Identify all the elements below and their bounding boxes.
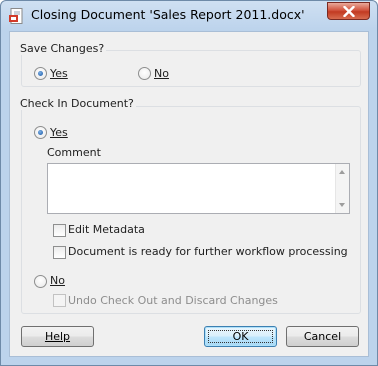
checkin-yes-radio[interactable]	[34, 126, 47, 139]
ok-button[interactable]: OK	[204, 326, 277, 347]
window-title: Closing Document 'Sales Report 2011.docx…	[31, 7, 305, 22]
save-no-radio[interactable]	[138, 67, 151, 80]
comment-scrollbar[interactable]	[335, 164, 349, 213]
close-icon	[343, 6, 355, 17]
checkin-yes-label[interactable]: Yes	[50, 126, 68, 139]
check-in-title: Check In Document?	[20, 97, 136, 110]
undo-checkout-label[interactable]: Undo Check Out and Discard Changes	[68, 294, 278, 307]
workflow-ready-checkbox[interactable]	[53, 246, 66, 259]
help-button[interactable]: Help	[21, 326, 94, 347]
save-yes-radio[interactable]	[34, 67, 47, 80]
edit-metadata-label[interactable]: Edit Metadata	[68, 223, 145, 236]
focus-ring	[208, 330, 273, 343]
save-yes-label[interactable]: Yes	[50, 67, 68, 80]
dialog-content: Save Changes? Yes No Check In Document? …	[9, 31, 369, 357]
dialog-window: Closing Document 'Sales Report 2011.docx…	[0, 0, 378, 366]
edit-metadata-checkbox[interactable]	[53, 224, 66, 237]
scroll-up-icon[interactable]	[339, 170, 345, 174]
save-changes-title: Save Changes?	[20, 42, 107, 55]
close-button[interactable]	[327, 2, 370, 20]
cancel-button[interactable]: Cancel	[286, 326, 359, 347]
office-document-icon	[9, 8, 23, 24]
save-no-label[interactable]: No	[154, 67, 169, 80]
checkin-no-radio[interactable]	[34, 275, 47, 288]
checkin-no-label[interactable]: No	[50, 274, 65, 287]
workflow-ready-label[interactable]: Document is ready for further workflow p…	[68, 245, 348, 258]
title-bar[interactable]: Closing Document 'Sales Report 2011.docx…	[1, 1, 377, 31]
comment-label: Comment	[47, 146, 101, 159]
undo-checkout-checkbox[interactable]	[53, 294, 66, 307]
save-changes-group	[21, 50, 361, 87]
comment-textarea[interactable]	[47, 163, 350, 214]
scroll-down-icon[interactable]	[339, 203, 345, 207]
